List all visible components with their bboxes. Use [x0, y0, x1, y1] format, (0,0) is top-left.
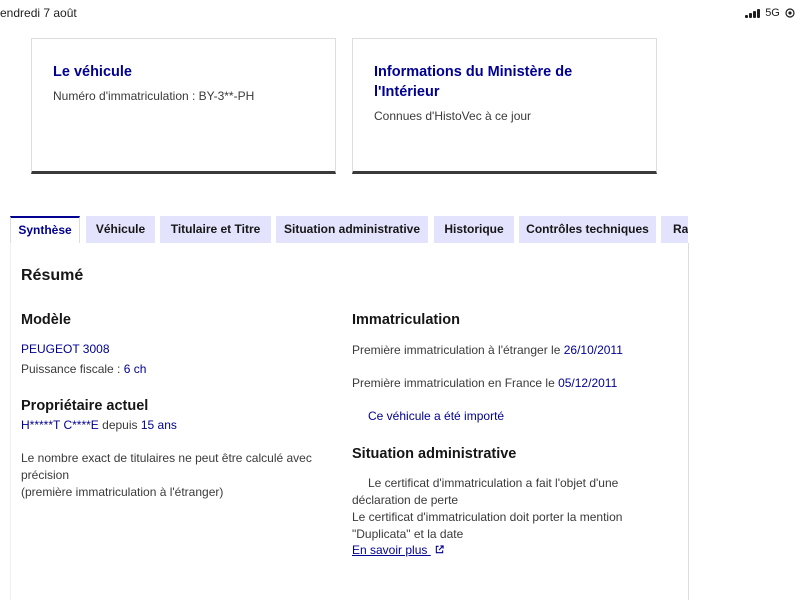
tab-list: Synthèse Véhicule Titulaire et Titre Sit…: [10, 216, 688, 243]
ministry-card: Informations du Ministère de l'Intérieur…: [352, 38, 657, 174]
tab-vehicule[interactable]: Véhicule: [86, 216, 155, 243]
plate-value: BY-3**-PH: [198, 89, 255, 103]
signal-icon: [745, 8, 761, 18]
location-icon: [785, 8, 795, 18]
ministry-card-title: Informations du Ministère de l'Intérieur: [374, 62, 635, 102]
imported-notice: Ce véhicule a été importé: [368, 409, 505, 423]
tab-titulaire[interactable]: Titulaire et Titre: [160, 216, 271, 243]
owner-note-line3: (première immatriculation à l'étranger): [21, 485, 224, 499]
fiscal-value: 6 ch: [123, 362, 147, 376]
ministry-card-subtitle: Connues d'HistoVec à ce jour: [374, 109, 532, 123]
situation-line4: "Duplicata" et la date: [352, 527, 464, 541]
immatriculation-title: Immatriculation: [352, 312, 460, 328]
owner-name: H*****T C****E: [21, 418, 99, 432]
status-date: vendredi 7 août: [0, 6, 77, 20]
network-label: 5G: [765, 7, 780, 19]
situation-line3: Le certificat d'immatriculation doit por…: [352, 510, 623, 524]
france-registration-label: Première immatriculation en France le: [352, 376, 559, 390]
fiscal-power: Puissance fiscale : 6 ch: [21, 362, 146, 376]
learn-more-link[interactable]: En savoir plus: [352, 543, 444, 557]
external-link-icon: [435, 545, 444, 554]
proprietaire-title: Propriétaire actuel: [21, 398, 149, 414]
status-indicators: 5G 5: [745, 7, 800, 19]
france-registration-date: 05/12/2011: [558, 376, 618, 390]
modele-title: Modèle: [21, 312, 71, 328]
vehicle-card-title: Le véhicule: [53, 64, 132, 80]
fiscal-label: Puissance fiscale :: [21, 362, 124, 376]
ministry-title-line2: l'Intérieur: [374, 84, 440, 100]
owner-note-line2: précision: [21, 468, 70, 482]
ministry-title-line1: Informations du Ministère de: [374, 64, 573, 80]
plate-number: Numéro d'immatriculation : BY-3**-PH: [53, 89, 314, 103]
situation-line1: Le certificat d'immatriculation a fait l…: [368, 476, 619, 490]
owner-line: H*****T C****E depuis 15 ans: [21, 418, 177, 432]
situation-title: Situation administrative: [352, 446, 517, 462]
vehicle-card: Le véhicule Numéro d'immatriculation : B…: [31, 38, 336, 174]
foreign-registration-date: 26/10/2011: [563, 343, 623, 357]
resume-title: Résumé: [21, 267, 84, 284]
owner-since-label: depuis: [98, 418, 141, 432]
tab-rapport[interactable]: Rap: [661, 216, 688, 243]
foreign-registration-label: Première immatriculation à l'étranger le: [352, 343, 564, 357]
learn-more-label: En savoir plus: [352, 543, 428, 557]
foreign-registration: Première immatriculation à l'étranger le…: [352, 343, 623, 357]
modele-name: PEUGEOT 3008: [21, 342, 110, 356]
owner-note-line1: Le nombre exact de titulaires ne peut êt…: [21, 451, 312, 465]
france-registration: Première immatriculation en France le 05…: [352, 376, 617, 390]
tab-controles[interactable]: Contrôles techniques: [519, 216, 656, 243]
tab-situation[interactable]: Situation administrative: [276, 216, 428, 243]
plate-label: Numéro d'immatriculation :: [53, 89, 199, 103]
tab-synthese[interactable]: Synthèse: [10, 216, 80, 243]
owner-since-value: 15 ans: [140, 418, 177, 432]
tab-historique[interactable]: Historique: [434, 216, 514, 243]
situation-line2: déclaration de perte: [352, 493, 459, 507]
status-bar: vendredi 7 août 5G 5: [0, 0, 800, 26]
